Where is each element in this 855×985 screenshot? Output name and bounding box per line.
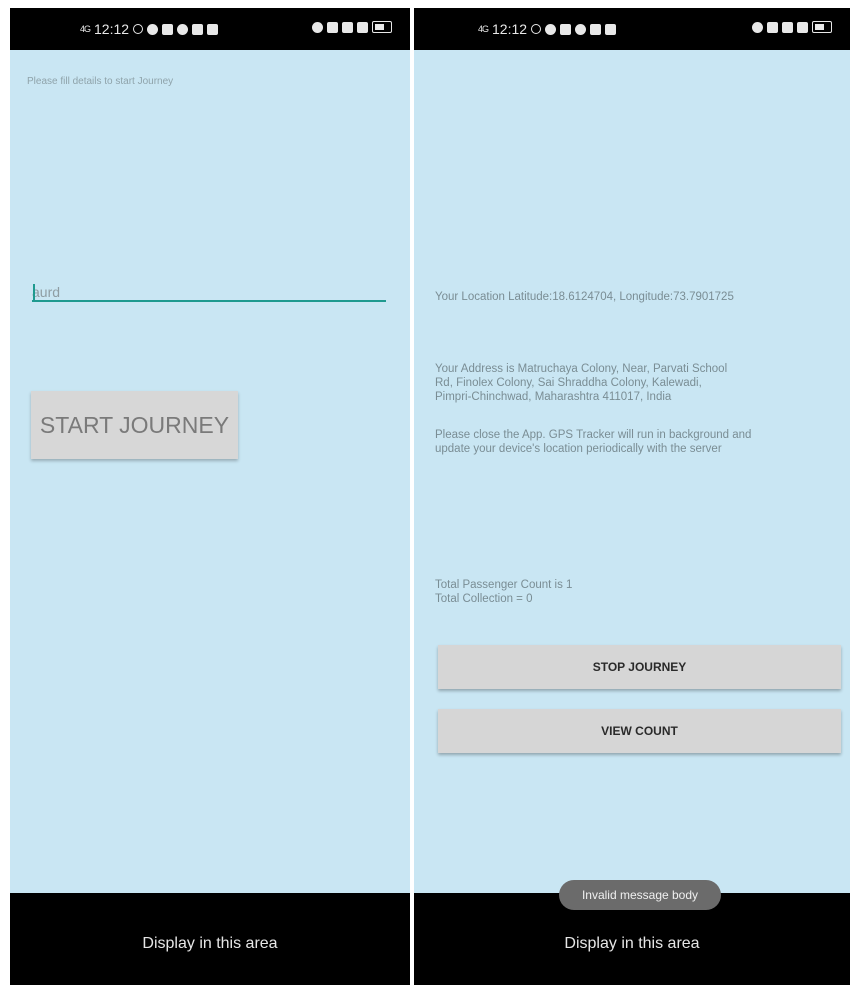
gallery-icon (207, 23, 219, 35)
start-journey-button[interactable]: START JOURNEY (31, 391, 238, 459)
network-icon (342, 21, 353, 33)
battery-icon (812, 21, 832, 33)
text-cursor (33, 284, 35, 300)
address-line: Rd, Finolex Colony, Sai Shraddha Colony,… (435, 377, 702, 389)
wifi-icon (357, 21, 368, 33)
app-icon (575, 23, 587, 35)
background-notice: Please close the App. GPS Tracker will r… (435, 428, 751, 456)
chat-icon (147, 23, 159, 35)
mail-icon (162, 23, 174, 35)
alarm-icon (752, 21, 763, 33)
phone-screen-right: 4G 12:12 Your Location Latitude:18.61247… (414, 8, 850, 985)
whatsapp-icon (531, 24, 542, 34)
view-count-button[interactable]: VIEW COUNT (438, 709, 841, 753)
app-icon (177, 23, 189, 35)
nav-area-text: Display in this area (142, 935, 278, 952)
volume-icon (590, 23, 602, 35)
phone-screen-left: 4G 12:12 Please fill details to start Jo… (10, 8, 410, 985)
gallery-icon (605, 23, 617, 35)
alarm-icon (312, 21, 323, 33)
volume-icon (192, 23, 204, 35)
journey-hint: Please fill details to start Journey (27, 76, 174, 87)
call-icon (327, 21, 338, 33)
status-bar: 4G 12:12 (414, 8, 850, 50)
journey-stats: Total Passenger Count is 1 Total Collect… (435, 578, 572, 606)
stop-journey-button[interactable]: STOP JOURNEY (438, 645, 841, 689)
chat-icon (545, 23, 557, 35)
address-text: Your Address is Matruchaya Colony, Near,… (435, 362, 727, 404)
status-time: 12:12 (94, 21, 130, 37)
navigation-bar: Display in this area (10, 893, 410, 985)
notice-line: update your device's location periodical… (435, 443, 722, 455)
status-time: 12:12 (492, 21, 528, 37)
status-bar: 4G 12:12 (10, 8, 410, 50)
journey-input[interactable]: aurd (32, 268, 386, 302)
nav-area-text: Display in this area (564, 935, 700, 952)
journey-input-value: aurd (32, 284, 61, 300)
call-icon (767, 21, 778, 33)
address-line: Pimpri-Chinchwad, Maharashtra 411017, In… (435, 391, 672, 403)
wifi-icon (797, 21, 808, 33)
signal-indicator: 4G (80, 23, 91, 34)
notice-line: Please close the App. GPS Tracker will r… (435, 429, 752, 441)
passenger-count: Total Passenger Count is 1 (435, 579, 573, 591)
toast-message: Invalid message body (559, 880, 721, 910)
total-collection: Total Collection = 0 (435, 593, 533, 605)
whatsapp-icon (133, 24, 144, 34)
mail-icon (560, 23, 572, 35)
signal-indicator: 4G (478, 23, 489, 34)
address-line: Your Address is Matruchaya Colony, Near,… (435, 363, 728, 375)
location-text: Your Location Latitude:18.6124704, Longi… (435, 291, 734, 303)
battery-icon (372, 21, 392, 33)
network-icon (782, 21, 793, 33)
